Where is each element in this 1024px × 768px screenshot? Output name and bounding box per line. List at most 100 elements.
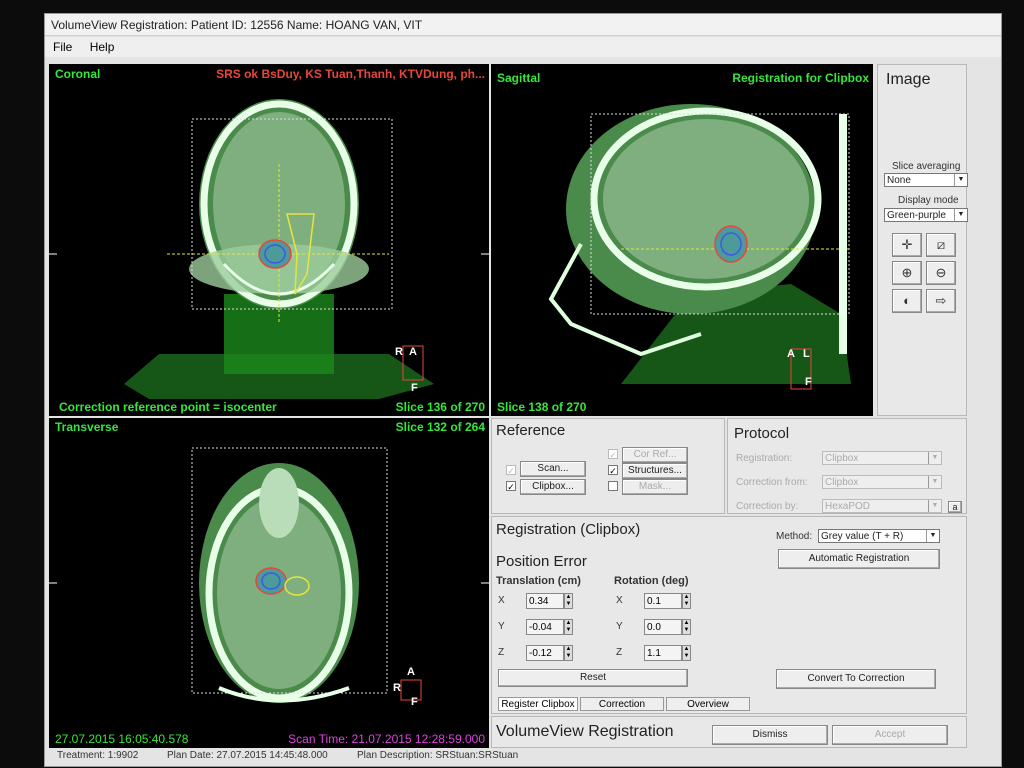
image-panel: Image Slice averaging None ▼ Display mod… <box>877 64 968 416</box>
coronal-orient-r: R <box>395 346 403 358</box>
structures-checkbox[interactable]: ✓ <box>608 465 618 476</box>
rotation-z-stepper[interactable]: ▲ ▼ <box>682 645 691 661</box>
slice-averaging-value: None <box>887 175 911 186</box>
rotation-x-axis: X <box>616 595 623 606</box>
method-select[interactable]: Grey value (T + R) ▼ <box>818 529 940 543</box>
crosshair-icon: ✛ <box>901 237 913 252</box>
crosshair-tool-button[interactable]: ✛ <box>892 233 922 257</box>
sagittal-view[interactable]: Sagittal Registration for Clipbox Slice … <box>491 64 873 416</box>
correction-by-select[interactable]: HexaPOD ▼ <box>822 499 942 513</box>
registration-label: Registration: <box>736 453 793 464</box>
footer-title: VolumeView Registration <box>496 723 674 740</box>
sagittal-orient-f: F <box>805 376 812 388</box>
chevron-down-icon: ▼ <box>928 476 941 488</box>
correction-from-select[interactable]: Clipbox ▼ <box>822 475 942 489</box>
chevron-down-icon: ▼ <box>928 500 941 512</box>
reference-panel: Reference ✓ Scan... ✓ Clipbox... ✓ Cor R… <box>491 418 725 514</box>
correction-by-label: Correction by: <box>736 501 799 512</box>
rotation-y-field[interactable]: 0.0 <box>644 619 682 635</box>
split-tool-button[interactable]: ⧄ <box>926 233 956 257</box>
structures-button[interactable]: Structures... <box>622 463 688 479</box>
correction-from-label: Correction from: <box>736 477 808 488</box>
plan-description-status: Plan Description: SRStuan:SRStuan <box>357 750 519 761</box>
zoom-out-button[interactable]: ⊖ <box>926 261 956 285</box>
translation-z-stepper[interactable]: ▲ ▼ <box>564 645 573 661</box>
cor-ref-button[interactable]: Cor Ref... <box>622 447 688 463</box>
slice-averaging-select[interactable]: None ▼ <box>884 173 968 187</box>
chevron-down-icon: ▼ <box>928 452 941 464</box>
accept-button[interactable]: Accept <box>832 725 948 745</box>
translation-z-axis: Z <box>498 647 505 658</box>
method-value: Grey value (T + R) <box>821 531 904 542</box>
scan-checkbox[interactable]: ✓ <box>506 465 516 476</box>
convert-to-correction-button[interactable]: Convert To Correction <box>776 669 936 689</box>
tab-register-clipbox[interactable]: Register Clipbox <box>498 697 578 711</box>
dismiss-button[interactable]: Dismiss <box>712 725 828 745</box>
pointer-icon: ⇨ <box>935 293 947 308</box>
tab-overview[interactable]: Overview <box>666 697 750 711</box>
image-panel-title: Image <box>886 71 931 88</box>
rotation-z-field[interactable]: 1.1 <box>644 645 682 661</box>
scan-time-label: Scan Time: 21.07.2015 12:28:59.000 <box>288 732 485 746</box>
rotation-x-stepper[interactable]: ▲ ▼ <box>682 593 691 609</box>
automatic-registration-button[interactable]: Automatic Registration <box>778 549 940 569</box>
transverse-label: Transverse <box>55 420 119 434</box>
plan-date-status: Plan Date: 27.07.2015 14:45:48.000 <box>167 750 328 761</box>
translation-x-axis: X <box>498 595 505 606</box>
display-mode-select[interactable]: Green-purple ▼ <box>884 208 968 222</box>
window-title: VolumeView Registration: Patient ID: 125… <box>45 14 1001 36</box>
menu-file[interactable]: File <box>53 40 72 54</box>
registration-value: Clipbox <box>825 453 859 464</box>
sagittal-label: Sagittal <box>497 71 541 85</box>
rotation-label: Rotation (deg) <box>614 575 689 587</box>
translation-y-stepper[interactable]: ▲ ▼ <box>564 619 573 635</box>
display-mode-value: Green-purple <box>887 210 946 221</box>
display-mode-label: Display mode <box>898 195 959 206</box>
pointer-button[interactable]: ⇨ <box>926 289 956 313</box>
rotation-y-stepper[interactable]: ▲ ▼ <box>682 619 691 635</box>
chevron-down-icon: ▼ <box>926 530 939 542</box>
translation-x-stepper[interactable]: ▲ ▼ <box>564 593 573 609</box>
split-icon: ⧄ <box>936 237 946 252</box>
registration-select[interactable]: Clipbox ▼ <box>822 451 942 465</box>
translation-y-field[interactable]: -0.04 <box>526 619 564 635</box>
transverse-orient-r: R <box>393 682 401 694</box>
tab-correction[interactable]: Correction <box>580 697 664 711</box>
coronal-view[interactable]: Coronal SRS ok BsDuy, KS Tuan,Thanh, KTV… <box>49 64 489 416</box>
chevron-down-icon: ▼ <box>954 174 967 186</box>
correction-by-value: HexaPOD <box>825 501 871 512</box>
transverse-image <box>49 447 489 703</box>
zoom-in-icon: ⊕ <box>901 265 913 280</box>
protocol-panel: Protocol Registration: Clipbox ▼ Correct… <box>727 418 967 514</box>
method-label: Method: <box>776 531 813 542</box>
clipbox-button[interactable]: Clipbox... <box>520 479 586 495</box>
transverse-orient-f: F <box>411 696 418 708</box>
translation-z-field[interactable]: -0.12 <box>526 645 564 661</box>
zoom-in-button[interactable]: ⊕ <box>892 261 922 285</box>
transverse-orient-a: A <box>407 666 415 678</box>
rotation-x-field[interactable]: 0.1 <box>644 593 682 609</box>
cor-ref-checkbox[interactable]: ✓ <box>608 449 618 460</box>
treatment-status: Treatment: 1:9902 <box>57 750 139 761</box>
clipbox-checkbox[interactable]: ✓ <box>506 481 516 492</box>
translation-x-field[interactable]: 0.34 <box>526 593 564 609</box>
chevron-down-icon: ▼ <box>954 209 967 221</box>
transverse-view[interactable]: Transverse Slice 132 of 264 27.07.2015 1… <box>49 418 489 748</box>
reset-button[interactable]: Reset <box>498 669 688 687</box>
coronal-plan-label: SRS ok BsDuy, KS Tuan,Thanh, KTVDung, ph… <box>216 67 485 81</box>
translation-label: Translation (cm) <box>496 575 581 587</box>
contrast-button[interactable]: ◐ <box>892 289 922 313</box>
sagittal-image <box>548 104 851 390</box>
correction-reference-label: Correction reference point = isocenter <box>59 400 277 414</box>
lock-button[interactable]: a <box>948 501 962 513</box>
scan-button[interactable]: Scan... <box>520 461 586 477</box>
rotation-z-axis: Z <box>616 647 623 658</box>
menu-help[interactable]: Help <box>90 40 115 54</box>
mask-button[interactable]: Mask... <box>622 479 688 495</box>
protocol-title: Protocol <box>734 425 790 442</box>
mask-checkbox[interactable] <box>608 481 618 491</box>
footer-panel: VolumeView Registration Dismiss Accept <box>491 716 967 748</box>
transverse-slice-label: Slice 132 of 264 <box>395 420 485 434</box>
contrast-icon: ◐ <box>903 293 911 308</box>
status-bar: Treatment: 1:9902 Plan Date: 27.07.2015 … <box>57 750 987 764</box>
